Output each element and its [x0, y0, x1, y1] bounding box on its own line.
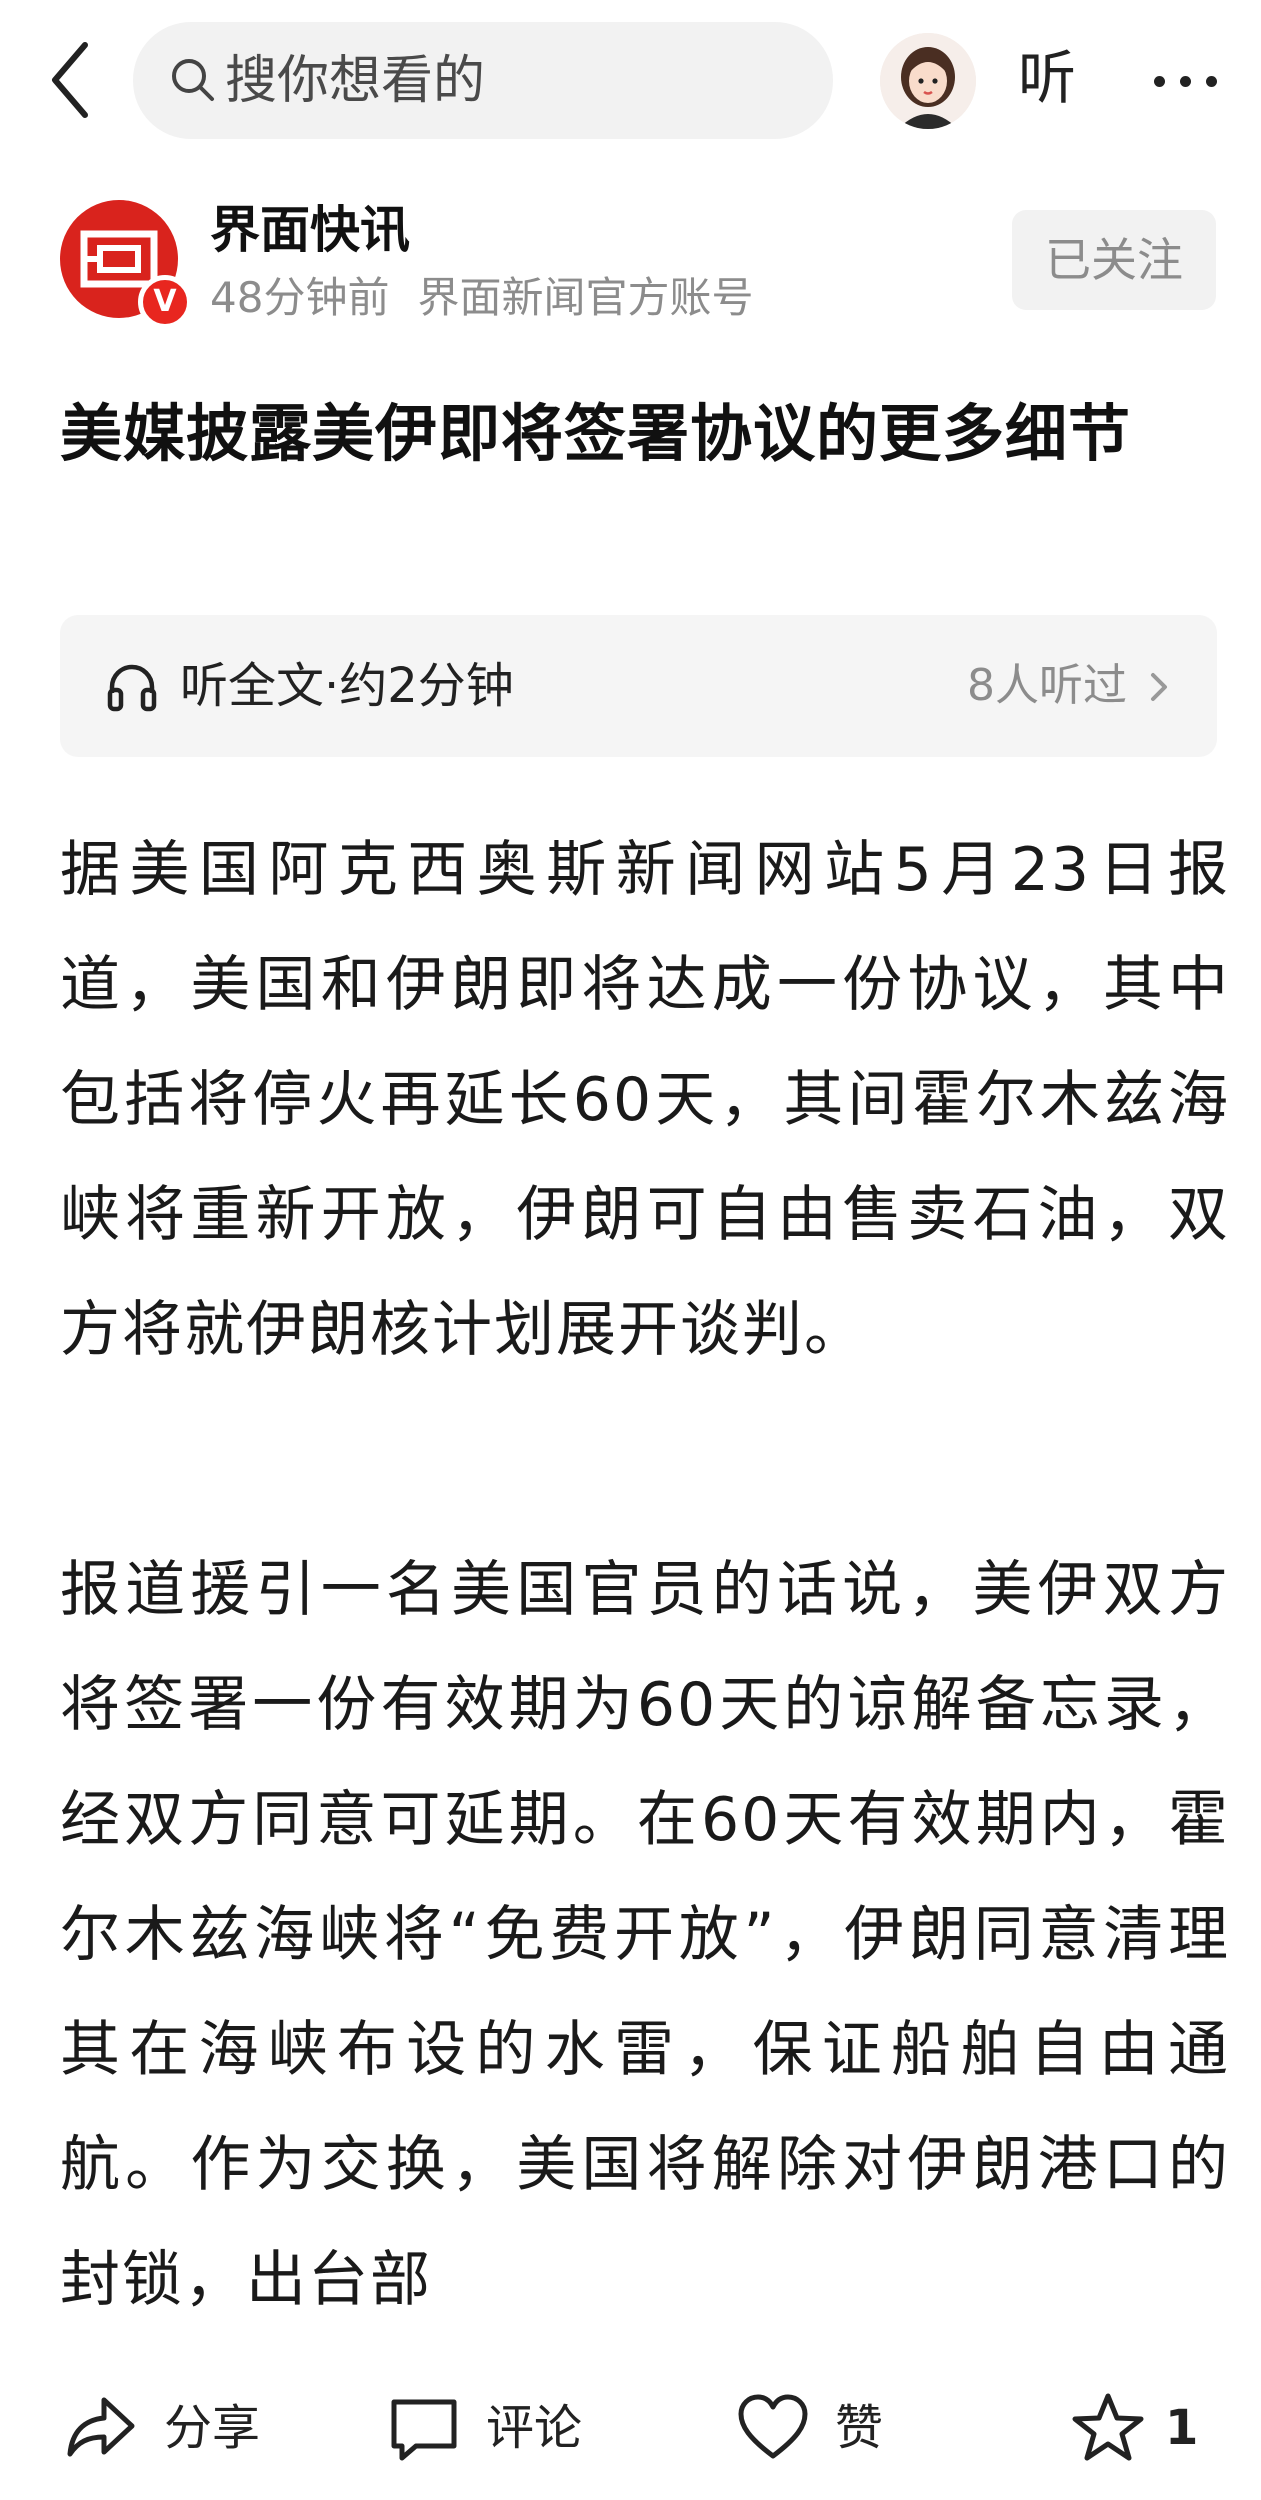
- back-arrow-icon[interactable]: [45, 35, 105, 125]
- comment-button[interactable]: 评论: [386, 2390, 606, 2466]
- share-icon: [67, 2397, 135, 2457]
- search-bar[interactable]: 搜你想看的: [133, 22, 833, 139]
- share-label: 分享: [164, 2400, 261, 2456]
- share-button[interactable]: 分享: [64, 2390, 284, 2466]
- listen-button[interactable]: 听: [1018, 38, 1076, 118]
- avatar-illustration-icon: [880, 33, 976, 129]
- top-bar: 搜你想看的 听: [0, 0, 1261, 170]
- comment-label: 评论: [486, 2400, 583, 2456]
- like-label: 赞: [835, 2400, 884, 2456]
- author-description: 界面新闻官方账号: [417, 273, 754, 322]
- comment-icon: [391, 2399, 457, 2461]
- search-placeholder: 搜你想看的: [225, 51, 486, 111]
- article-paragraph: 据美国阿克西奥斯新闻网站5月23日报道，美国和伊朗即将达成一份协议，其中包括将停…: [60, 835, 1230, 1365]
- follow-button[interactable]: 已关注: [1012, 210, 1216, 310]
- author-meta: 48分钟前 界面新闻官方账号: [210, 270, 753, 326]
- chevron-right-icon: [1145, 671, 1173, 703]
- favorite-count: 1: [1165, 2400, 1199, 2456]
- post-time: 48分钟前: [210, 273, 390, 322]
- article-paragraph: 报道援引一名美国官员的话说，美伊双方将签署一份有效期为60天的谅解备忘录，经双方…: [60, 1555, 1230, 2315]
- more-options-icon[interactable]: [1146, 40, 1226, 120]
- favorite-button[interactable]: 1: [1070, 2390, 1210, 2466]
- article-title: 美媒披露美伊即将签署协议的更多细节: [60, 397, 1132, 470]
- author-name[interactable]: 界面快讯: [210, 198, 410, 262]
- listen-full-text-bar[interactable]: 听全文·约2分钟 8人听过: [60, 615, 1217, 757]
- bottom-action-bar: 分享 评论 赞 1: [0, 2330, 1261, 2500]
- verified-badge: V: [138, 275, 192, 329]
- listen-duration-label: 听全文·约2分钟: [180, 658, 514, 714]
- search-icon: [169, 56, 217, 104]
- like-button[interactable]: 赞: [735, 2390, 895, 2466]
- star-icon: [1072, 2393, 1144, 2461]
- avatar[interactable]: [880, 33, 976, 129]
- headphones-icon: [104, 659, 160, 715]
- listen-count: 8人听过: [967, 660, 1127, 711]
- heart-icon: [738, 2394, 808, 2459]
